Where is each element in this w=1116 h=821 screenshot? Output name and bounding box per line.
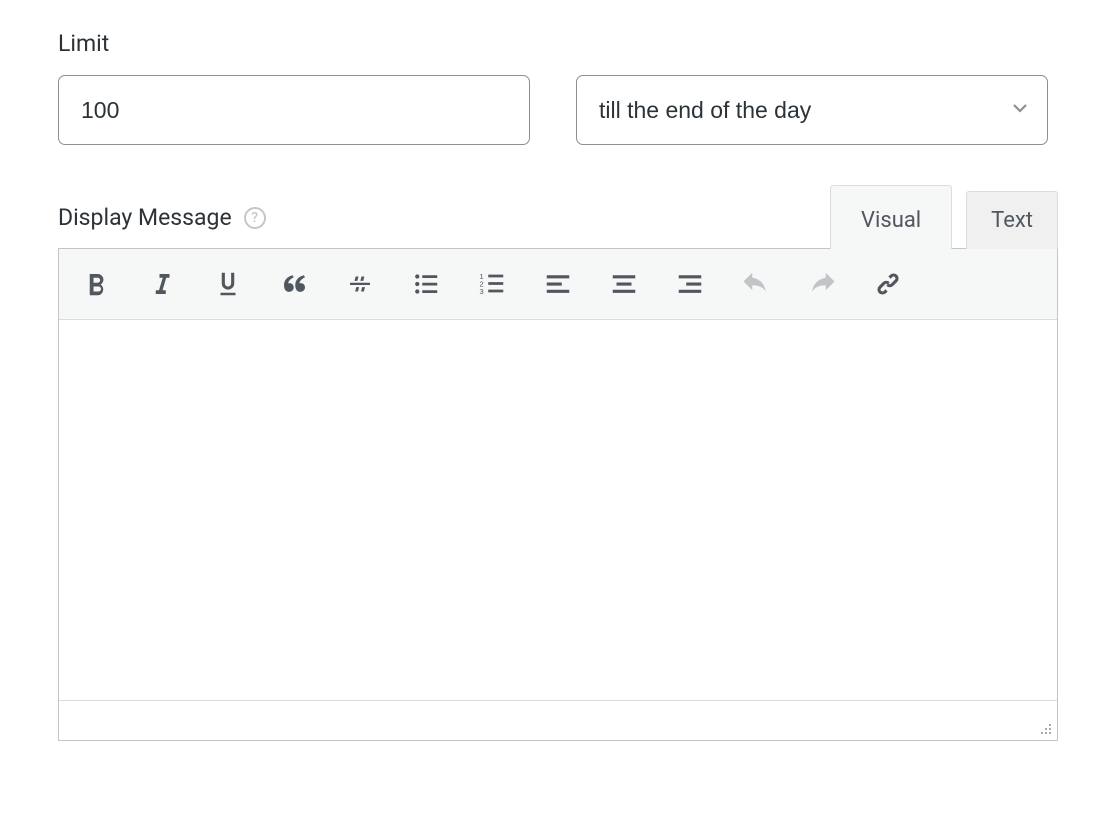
limit-input[interactable] [58,75,530,145]
align-right-icon [675,269,705,299]
limit-period-select-wrap: till the end of the day [576,75,1048,145]
tab-text[interactable]: Text [966,191,1058,249]
display-message-label: Display Message ? [58,204,266,231]
editor-header: Display Message ? Visual Text [58,185,1058,249]
undo-button[interactable] [735,263,777,305]
align-left-button[interactable] [537,263,579,305]
italic-button[interactable] [141,263,183,305]
redo-button[interactable] [801,263,843,305]
numbered-list-icon: 123 [477,269,507,299]
help-icon[interactable]: ? [244,207,266,229]
italic-icon [147,269,177,299]
link-icon [873,269,903,299]
bulleted-list-button[interactable] [405,263,447,305]
blockquote-icon [279,269,309,299]
tab-visual-label: Visual [861,208,921,233]
align-center-icon [609,269,639,299]
limit-label: Limit [58,30,1058,57]
underline-button[interactable] [207,263,249,305]
tab-visual[interactable]: Visual [830,185,952,249]
redo-icon [807,269,837,299]
undo-icon [741,269,771,299]
limit-row: till the end of the day [58,75,1058,145]
resize-handle[interactable] [1033,716,1053,736]
editor-toolbar: 123 [59,249,1057,320]
align-center-button[interactable] [603,263,645,305]
editor-tabs: Visual Text [830,185,1058,249]
underline-icon [213,269,243,299]
editor-container: 123 [58,248,1058,741]
limit-period-select[interactable]: till the end of the day [576,75,1048,145]
bulleted-list-icon [411,269,441,299]
strikethrough-button[interactable] [339,263,381,305]
resize-icon [1033,716,1053,736]
align-left-icon [543,269,573,299]
bold-icon [81,269,111,299]
link-button[interactable] [867,263,909,305]
tab-text-label: Text [991,208,1033,233]
editor-footer [59,700,1057,740]
editor-content-area[interactable] [59,320,1057,700]
limit-label-text: Limit [58,30,109,57]
svg-text:3: 3 [480,287,484,296]
blockquote-button[interactable] [273,263,315,305]
bold-button[interactable] [75,263,117,305]
numbered-list-button[interactable]: 123 [471,263,513,305]
display-message-label-text: Display Message [58,204,232,231]
strikethrough-icon [345,269,375,299]
align-right-button[interactable] [669,263,711,305]
